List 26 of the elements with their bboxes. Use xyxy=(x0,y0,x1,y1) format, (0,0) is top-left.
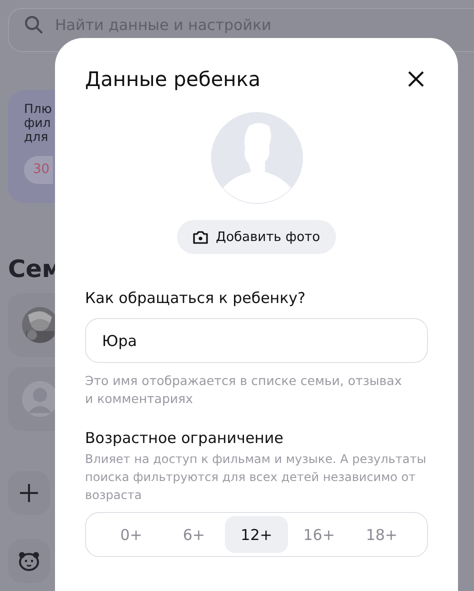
name-label: Как обращаться к ребенку? xyxy=(85,288,307,308)
promo-text: для xyxy=(24,130,48,144)
add-photo-button[interactable]: Добавить фото xyxy=(176,220,336,254)
age-option[interactable]: 0+ xyxy=(100,516,163,553)
plus-icon xyxy=(20,484,38,502)
age-hint: Влияет на доступ к фильмам и музыке. А результаты поиска фильтруются для всех детей независимо от возраста xyxy=(85,451,428,504)
search-icon xyxy=(24,15,44,35)
add-button[interactable] xyxy=(8,471,50,515)
age-title: Возрастное ограничение xyxy=(85,428,284,448)
age-option[interactable]: 12+ xyxy=(225,516,288,553)
camera-icon xyxy=(192,230,208,244)
age-option[interactable]: 6+ xyxy=(162,516,226,553)
age-option[interactable]: 18+ xyxy=(350,516,413,553)
name-hint: Это имя отображается в списке семьи, отзывах и комментариях xyxy=(85,372,403,408)
age-option[interactable]: 16+ xyxy=(288,516,350,553)
name-field[interactable]: Юра xyxy=(85,318,428,363)
member-card[interactable] xyxy=(8,367,58,431)
bear-icon xyxy=(18,551,40,571)
kid-button[interactable] xyxy=(8,539,50,583)
promo-badge[interactable]: 30 xyxy=(24,156,53,184)
promo-text: Плю xyxy=(24,102,53,116)
promo-text: фил xyxy=(24,116,52,130)
member-card[interactable] xyxy=(8,293,58,357)
avatar-icon xyxy=(22,381,58,417)
dialog-title: Данные ребенка xyxy=(85,66,261,93)
close-icon xyxy=(408,71,424,87)
